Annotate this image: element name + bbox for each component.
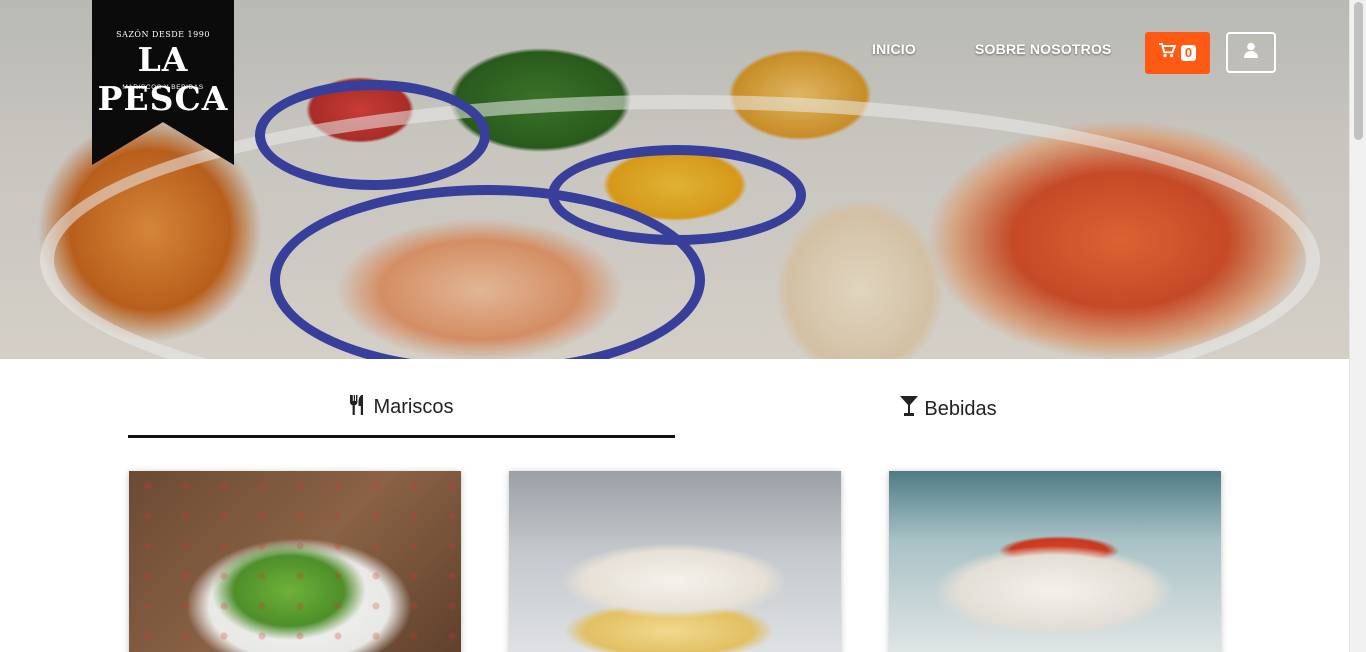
cart-icon [1158,43,1177,63]
tab-bebidas[interactable]: Bebidas [675,380,1222,438]
nav-sobre-nosotros-link[interactable]: SOBRE NOSOTROS [975,41,1112,57]
product-card-fish-fillet-lime[interactable] [889,471,1221,652]
nav-inicio-link[interactable]: INICIO [872,41,916,57]
tab-mariscos[interactable]: Mariscos [128,380,675,438]
tab-mariscos-label: Mariscos [373,396,454,418]
product-card-shrimp-salad[interactable] [129,471,461,652]
cart-count-badge: 0 [1180,45,1197,61]
product-card-fish-fillet-peppers[interactable] [509,471,841,652]
logo-subtitle: MARISCOS Y BEBIDAS [122,84,204,91]
cocktail-icon [900,396,919,422]
scrollbar-thumb[interactable] [1354,2,1363,140]
user-icon [1244,42,1258,63]
logo-name: LA PESCA [97,40,229,118]
page-scrollbar[interactable] [1349,0,1366,652]
user-account-button[interactable] [1226,32,1276,73]
tab-bebidas-label: Bebidas [924,397,997,420]
category-tabs: Mariscos Bebidas [128,380,1222,438]
logo-tagline: SAZÓN DESDE 1990 [116,30,210,39]
cart-button[interactable]: 0 [1145,32,1210,74]
cutlery-icon [349,394,367,421]
